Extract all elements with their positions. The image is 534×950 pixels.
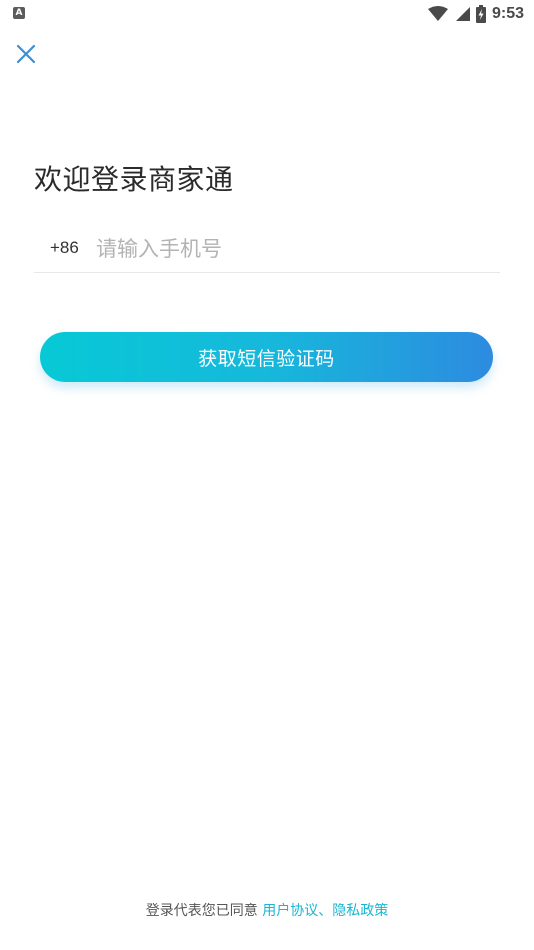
phone-number-input[interactable]	[96, 232, 486, 266]
close-button[interactable]	[12, 40, 40, 68]
cellular-signal-icon	[455, 7, 470, 21]
page-title: 欢迎登录商家通	[34, 163, 234, 196]
status-time: 9:53	[491, 5, 524, 22]
get-sms-code-label: 获取短信验证码	[198, 347, 335, 370]
user-agreement-link[interactable]: 用户协议	[262, 903, 318, 919]
wifi-icon	[427, 6, 448, 21]
phone-input-row: +86	[34, 228, 500, 273]
close-icon	[16, 44, 36, 64]
agreement-prefix: 登录代表您已同意	[145, 903, 258, 919]
agreement-separator: 、	[318, 903, 333, 919]
privacy-policy-link[interactable]: 隐私政策	[332, 903, 388, 919]
agreement-text: 登录代表您已同意 用户协议、隐私政策	[0, 900, 534, 920]
status-bar-right: 9:53	[427, 3, 524, 25]
battery-charging-icon	[475, 5, 486, 23]
notification-app-icon: A	[13, 7, 25, 19]
get-sms-code-button[interactable]: 获取短信验证码	[40, 332, 493, 382]
country-code-selector[interactable]: +86	[50, 238, 79, 258]
status-bar: A 9:53	[0, 0, 534, 28]
